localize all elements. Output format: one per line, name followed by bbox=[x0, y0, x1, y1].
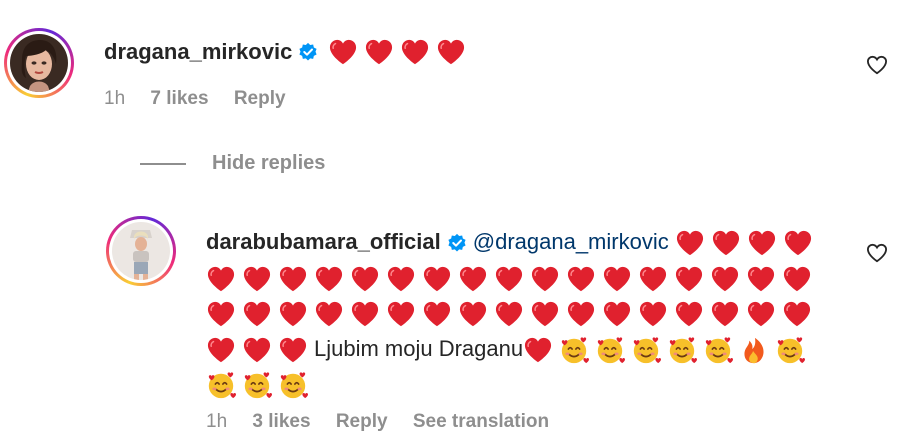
smiling-face-with-hearts-icon bbox=[595, 335, 625, 365]
heart-emoji-icon bbox=[783, 229, 813, 257]
fire-icon bbox=[739, 335, 769, 365]
comment-time: 1h bbox=[104, 88, 126, 109]
heart-emoji-icon bbox=[746, 265, 776, 293]
smiling-face-with-hearts-icon bbox=[242, 370, 272, 400]
smiling-face-with-hearts-icon bbox=[631, 335, 661, 365]
heart-emoji-icon bbox=[638, 265, 668, 293]
comment-likes[interactable]: 7 likes bbox=[150, 88, 208, 109]
heart-emoji-icon bbox=[314, 265, 344, 293]
heart-emoji-icon bbox=[328, 38, 358, 66]
heart-emoji-icon bbox=[242, 336, 272, 364]
avatar[interactable] bbox=[4, 28, 74, 98]
heart-emoji-icon bbox=[746, 300, 776, 328]
smiling-face-with-hearts-icon bbox=[278, 370, 308, 400]
reply-avatar[interactable] bbox=[106, 216, 176, 286]
heart-emoji-icon bbox=[566, 300, 596, 328]
mention-link[interactable]: @dragana_mirkovic bbox=[473, 229, 669, 254]
heart-emoji-icon bbox=[674, 265, 704, 293]
heart-emoji-icon bbox=[242, 300, 272, 328]
heart-emoji-icon bbox=[530, 300, 560, 328]
heart-emoji-icon bbox=[386, 300, 416, 328]
reply-time: 1h bbox=[206, 411, 228, 432]
heart-emoji-icon bbox=[782, 265, 812, 293]
smiling-face-with-hearts-icon bbox=[775, 335, 805, 365]
heart-emoji-icon bbox=[566, 265, 596, 293]
divider-line bbox=[140, 162, 186, 165]
heart-emoji-icon bbox=[494, 300, 524, 328]
heart-emoji-icon bbox=[314, 300, 344, 328]
heart-emoji-icon bbox=[422, 300, 452, 328]
reply-meta: 1h 3 likes Reply See translation bbox=[206, 411, 569, 433]
smiling-face-with-hearts-icon bbox=[703, 335, 733, 365]
reply-reply-button[interactable]: Reply bbox=[336, 411, 388, 432]
heart-emoji-icon bbox=[350, 300, 380, 328]
verified-badge-icon bbox=[299, 42, 317, 61]
see-translation-button[interactable]: See translation bbox=[413, 411, 549, 432]
heart-emoji-icon bbox=[436, 38, 466, 66]
comment-username[interactable]: dragana_mirkovic bbox=[104, 39, 292, 65]
heart-emoji-icon bbox=[242, 265, 272, 293]
heart-emoji-icon bbox=[458, 300, 488, 328]
reply-likes[interactable]: 3 likes bbox=[252, 411, 310, 432]
heart-emoji-icon bbox=[422, 265, 452, 293]
heart-emoji-icon bbox=[386, 265, 416, 293]
reply-avatar-image bbox=[112, 222, 170, 280]
avatar-image bbox=[10, 34, 68, 92]
smiling-face-with-hearts-icon bbox=[667, 335, 697, 365]
reply-button[interactable]: Reply bbox=[234, 88, 286, 109]
heart-emoji-icon bbox=[747, 229, 777, 257]
heart-emoji-icon bbox=[602, 265, 632, 293]
heart-emoji-icon bbox=[523, 336, 553, 364]
heart-emoji-icon bbox=[278, 336, 308, 364]
heart-emoji-icon bbox=[350, 265, 380, 293]
heart-emoji-icon bbox=[710, 300, 740, 328]
hide-replies-toggle[interactable]: Hide replies bbox=[140, 152, 325, 175]
heart-emoji-icon bbox=[602, 300, 632, 328]
smiling-face-with-hearts-icon bbox=[206, 370, 236, 400]
heart-emoji-icon bbox=[278, 300, 308, 328]
heart-emoji-icon bbox=[638, 300, 668, 328]
heart-emoji-icon bbox=[206, 265, 236, 293]
heart-emoji-icon bbox=[364, 38, 394, 66]
heart-emoji-icon bbox=[494, 265, 524, 293]
reply-username[interactable]: darabubamara_official bbox=[206, 229, 441, 254]
heart-emoji-icon bbox=[206, 300, 236, 328]
heart-emoji-icon bbox=[674, 300, 704, 328]
heart-outline-icon[interactable] bbox=[866, 243, 888, 263]
heart-emoji-icon bbox=[782, 300, 812, 328]
heart-emoji-icon bbox=[400, 38, 430, 66]
heart-outline-icon[interactable] bbox=[866, 55, 888, 75]
smiling-face-with-hearts-icon bbox=[559, 335, 589, 365]
comment-meta: 1h 7 likes Reply bbox=[104, 88, 306, 110]
heart-emoji-icon bbox=[710, 265, 740, 293]
comment-text bbox=[328, 38, 466, 66]
reply-message: Ljubim moju Draganu bbox=[314, 335, 524, 361]
heart-emoji-icon bbox=[711, 229, 741, 257]
heart-emoji-icon bbox=[206, 336, 236, 364]
reply-text: darabubamara_official @dragana_mirkovic … bbox=[206, 224, 826, 402]
heart-emoji-icon bbox=[458, 265, 488, 293]
heart-emoji-icon bbox=[530, 265, 560, 293]
heart-emoji-icon bbox=[278, 265, 308, 293]
verified-badge-icon bbox=[448, 234, 466, 252]
hide-replies-label: Hide replies bbox=[212, 152, 326, 174]
heart-emoji-icon bbox=[675, 229, 705, 257]
